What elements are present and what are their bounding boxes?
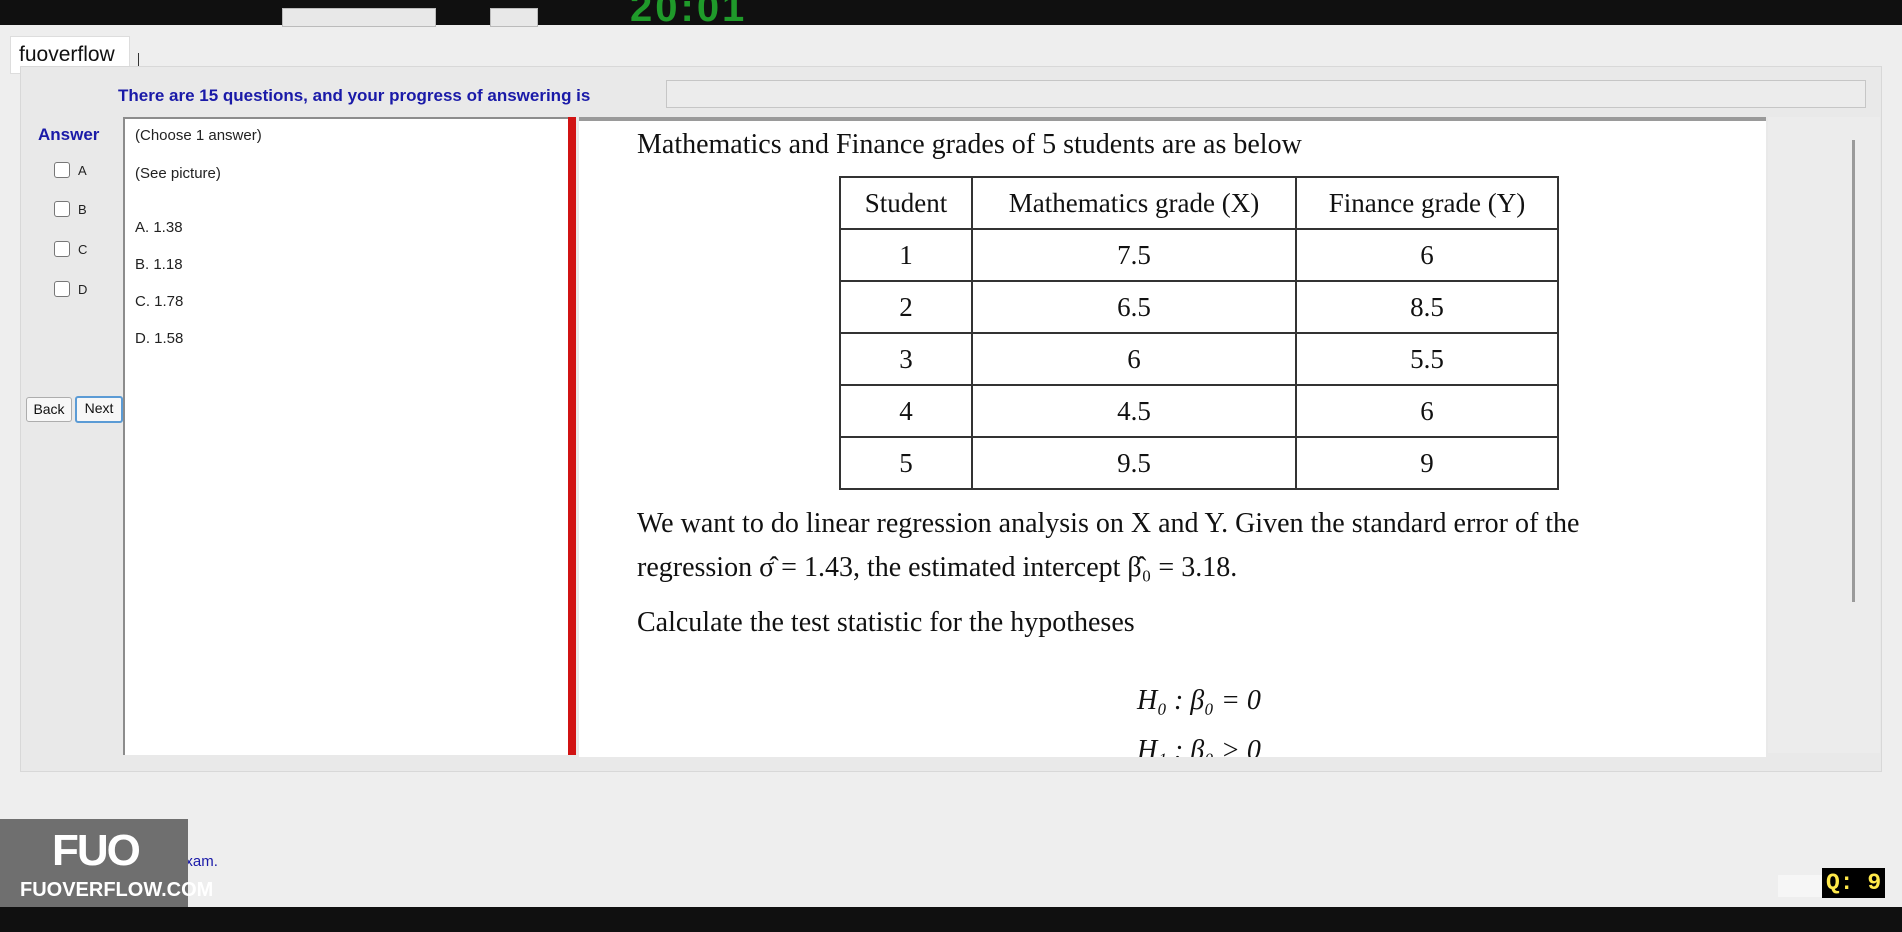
next-button[interactable]: Next: [75, 396, 123, 423]
checkbox-icon[interactable]: [54, 162, 70, 178]
question-prompt: Calculate the test statistic for the hyp…: [637, 607, 1135, 638]
table-cell: 4: [839, 384, 973, 438]
progress-bar: [666, 80, 1866, 108]
option-c-checkbox[interactable]: C: [54, 241, 87, 257]
table-header-cell: Finance grade (Y): [1295, 176, 1559, 230]
table-cell: 8.5: [1295, 280, 1559, 334]
table-cell: 4.5: [971, 384, 1297, 438]
option-b-checkbox[interactable]: B: [54, 201, 87, 217]
table-cell: 6: [1295, 384, 1559, 438]
logo-mark: FUO: [52, 826, 141, 875]
option-label: D: [78, 281, 88, 297]
table-cell: 7.5: [971, 228, 1297, 282]
checkbox-icon[interactable]: [54, 281, 70, 297]
table-header-cell: Student: [839, 176, 973, 230]
answer-choice-c: C. 1.78: [135, 293, 184, 310]
instruction-text: (Choose 1 answer): [135, 127, 262, 144]
progress-label: There are 15 questions, and your progres…: [118, 86, 591, 105]
panel-divider[interactable]: [568, 117, 576, 755]
table-cell: 1: [839, 228, 973, 282]
option-label: B: [78, 201, 87, 217]
table-cell: 6: [1295, 228, 1559, 282]
option-a-checkbox[interactable]: A: [54, 162, 87, 178]
back-button[interactable]: Back: [26, 397, 72, 422]
question-paragraph-line1: We want to do linear regression analysis…: [637, 508, 1580, 539]
logo-url: FUOVERFLOW.COM: [20, 879, 214, 901]
answer-choice-a: A. 1.38: [135, 219, 183, 236]
option-label: C: [78, 241, 88, 257]
table-header-row: Student Mathematics grade (X) Finance gr…: [839, 176, 1559, 230]
question-scroll-track[interactable]: [1768, 117, 1880, 753]
question-scrollbar-thumb[interactable]: [1852, 140, 1855, 602]
table-row: 4 4.5 6: [839, 384, 1559, 438]
checkbox-icon[interactable]: [54, 201, 70, 217]
table-cell: 6.5: [971, 280, 1297, 334]
table-cell: 9: [1295, 436, 1559, 490]
table-header-cell: Mathematics grade (X): [971, 176, 1297, 230]
table-row: 3 6 5.5: [839, 332, 1559, 386]
answer-choice-d: D. 1.58: [135, 330, 184, 347]
table-cell: 6: [971, 332, 1297, 386]
option-d-checkbox[interactable]: D: [54, 281, 87, 297]
status-chip: [1778, 875, 1822, 897]
question-panel: Mathematics and Finance grades of 5 stud…: [579, 117, 1766, 757]
table-row: 2 6.5 8.5: [839, 280, 1559, 334]
top-button[interactable]: [490, 8, 538, 27]
question-counter: Q: 9: [1822, 868, 1886, 898]
question-intro: Mathematics and Finance grades of 5 stud…: [637, 129, 1302, 160]
table-cell: 2: [839, 280, 973, 334]
grades-table: Student Mathematics grade (X) Finance gr…: [839, 176, 1559, 490]
answer-label: Answer: [38, 125, 100, 144]
exam-clock: 20:01: [630, 0, 748, 24]
bottom-black-bar: [0, 907, 1902, 932]
table-cell: 3: [839, 332, 973, 386]
top-dropdown[interactable]: [282, 8, 436, 27]
option-label: A: [78, 162, 87, 178]
checkbox-icon[interactable]: [54, 241, 70, 257]
answers-panel: (Choose 1 answer) (See picture) A. 1.38 …: [123, 117, 570, 755]
question-paragraph-line2: regression σ̂ = 1.43, the estimated inte…: [637, 552, 1238, 583]
table-row: 1 7.5 6: [839, 228, 1559, 282]
see-picture-text: (See picture): [135, 165, 221, 182]
hypothesis-null: H₀ : β₀ = 0: [1137, 685, 1261, 716]
table-cell: 5: [839, 436, 973, 490]
table-cell: 5.5: [1295, 332, 1559, 386]
table-row: 5 9.5 9: [839, 436, 1559, 490]
hypothesis-alternative: H₁ : β₀ > 0: [1137, 735, 1261, 757]
answer-choice-b: B. 1.18: [135, 256, 183, 273]
table-cell: 9.5: [971, 436, 1297, 490]
